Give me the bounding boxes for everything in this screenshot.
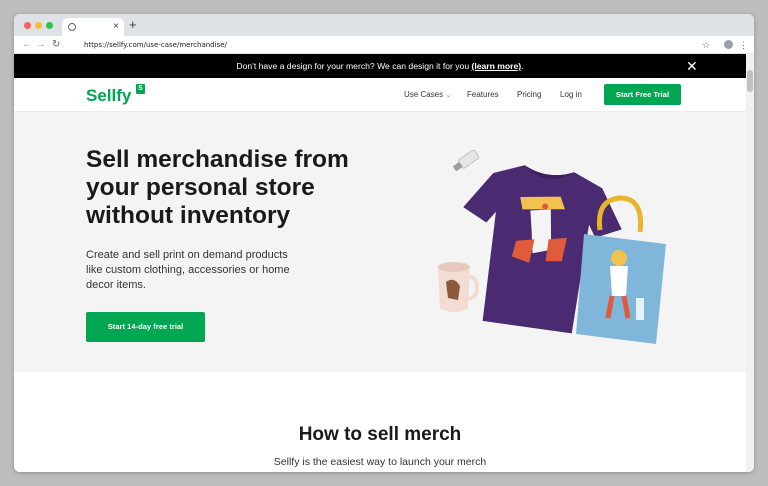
profile-avatar-icon[interactable] [724,40,733,49]
browser-window: × + ← → ↻ https://sellfy.com/use-case/me… [14,14,754,472]
announcement-banner: Don't have a design for your merch? We c… [14,54,746,78]
close-window-button[interactable] [24,22,31,29]
hero-subtitle-line: Create and sell print on demand products [86,249,288,261]
learn-more-link[interactable]: (learn more) [472,61,522,71]
nav-login[interactable]: Log in [560,90,582,100]
nav-use-cases[interactable]: Use Cases ⌄ [404,90,451,101]
browser-toolbar: ← → ↻ https://sellfy.com/use-case/mercha… [14,36,754,54]
nav-use-cases-label: Use Cases [404,90,444,99]
new-tab-button[interactable]: + [129,17,137,33]
browser-tab[interactable]: × [62,18,124,36]
reload-icon[interactable]: ↻ [52,38,60,52]
banner-suffix: . [521,61,524,71]
tab-close-icon[interactable]: × [113,20,119,34]
mug-illustration [438,262,479,312]
hero-title-line: your personal store [86,174,315,201]
logo-badge-icon: S [136,84,145,94]
bookmark-star-icon[interactable]: ☆ [702,39,710,51]
section-subtitle: Sellfy is the easiest way to launch your… [273,456,487,468]
usb-drive-illustration [452,149,480,172]
chevron-down-icon: ⌄ [445,92,452,99]
tab-strip: × + [14,14,754,36]
page-scrollbar[interactable] [746,54,754,472]
back-icon[interactable]: ← [22,38,32,52]
web-page: Don't have a design for your merch? We c… [14,54,754,472]
hero-title: Sell merchandise from your personal stor… [86,146,396,230]
banner-message: Don't have a design for your merch? We c… [14,54,746,78]
maximize-window-button[interactable] [46,22,53,29]
hero-subtitle: Create and sell print on demand products… [86,248,346,293]
banner-close-icon[interactable]: ✕ [686,54,698,78]
scrollbar-thumb[interactable] [747,70,753,92]
address-bar[interactable]: https://sellfy.com/use-case/merchandise/ [84,39,227,51]
forward-icon[interactable]: → [36,38,46,52]
hero-subtitle-line: like custom clothing, accessories or hom… [86,264,290,276]
hero-section: Sell merchandise from your personal stor… [14,112,746,372]
hero-title-line: Sell merchandise from [86,146,349,173]
favicon-icon [68,23,76,31]
banner-text: Don't have a design for your merch? We c… [236,61,472,71]
hero-title-line: without inventory [86,202,291,229]
section-title: How to sell merch [298,424,462,445]
nav-pricing[interactable]: Pricing [517,90,541,100]
hero-subtitle-line: decor items. [86,279,146,291]
sellfy-logo[interactable]: Sellfy [86,86,131,106]
start-trial-button[interactable]: Start 14-day free trial [86,312,205,342]
minimize-window-button[interactable] [35,22,42,29]
merchandise-illustration [438,149,666,344]
site-header: Sellfy S Use Cases ⌄ Features Pricing Lo… [14,78,746,112]
browser-menu-icon[interactable]: ⋮ [739,39,748,51]
start-free-trial-button[interactable]: Start Free Trial [604,84,681,105]
nav-features[interactable]: Features [467,90,499,100]
